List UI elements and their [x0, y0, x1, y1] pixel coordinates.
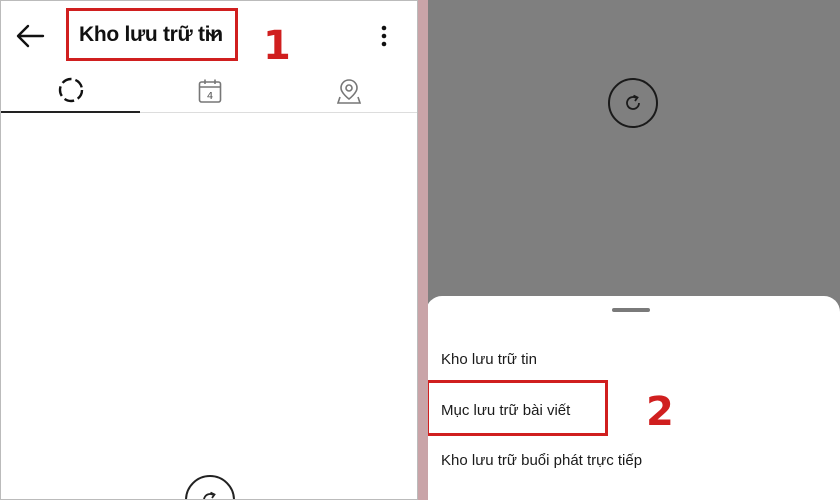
refresh-icon[interactable]	[185, 475, 235, 499]
menu-item-post-archive[interactable]: Mục lưu trữ bài viết	[441, 402, 570, 419]
step-number-2: 2	[646, 389, 674, 435]
map-pin-icon	[336, 79, 361, 104]
sheet-drag-handle[interactable]	[612, 308, 650, 312]
screen-divider	[418, 0, 428, 500]
right-screen: Kho lưu trữ tin Mục lưu trữ bài viết Kho…	[428, 0, 840, 500]
left-screen: Kho lưu trữ tin 1 4	[0, 0, 418, 500]
dashed-circle-icon	[58, 77, 83, 103]
tab-map[interactable]	[279, 69, 417, 113]
step-number-1: 1	[263, 23, 291, 69]
title-highlight-box: Kho lưu trữ tin	[66, 8, 238, 61]
page-title-dropdown[interactable]: Kho lưu trữ tin	[79, 23, 223, 47]
back-arrow-icon[interactable]	[15, 23, 45, 49]
tab-bar: 4	[1, 69, 417, 113]
refresh-icon	[608, 78, 658, 128]
calendar-icon: 4	[198, 79, 221, 103]
tab-calendar[interactable]: 4	[140, 69, 279, 113]
bottom-sheet: Kho lưu trữ tin Mục lưu trữ bài viết Kho…	[428, 296, 840, 500]
calendar-date: 4	[206, 91, 212, 102]
more-options-icon[interactable]	[373, 23, 395, 49]
chevron-down-icon[interactable]	[207, 31, 221, 41]
menu-item-live-archive[interactable]: Kho lưu trữ buổi phát trực tiếp	[441, 452, 642, 469]
tab-stories[interactable]	[1, 69, 140, 113]
menu-item-story-archive[interactable]: Kho lưu trữ tin	[441, 351, 537, 368]
